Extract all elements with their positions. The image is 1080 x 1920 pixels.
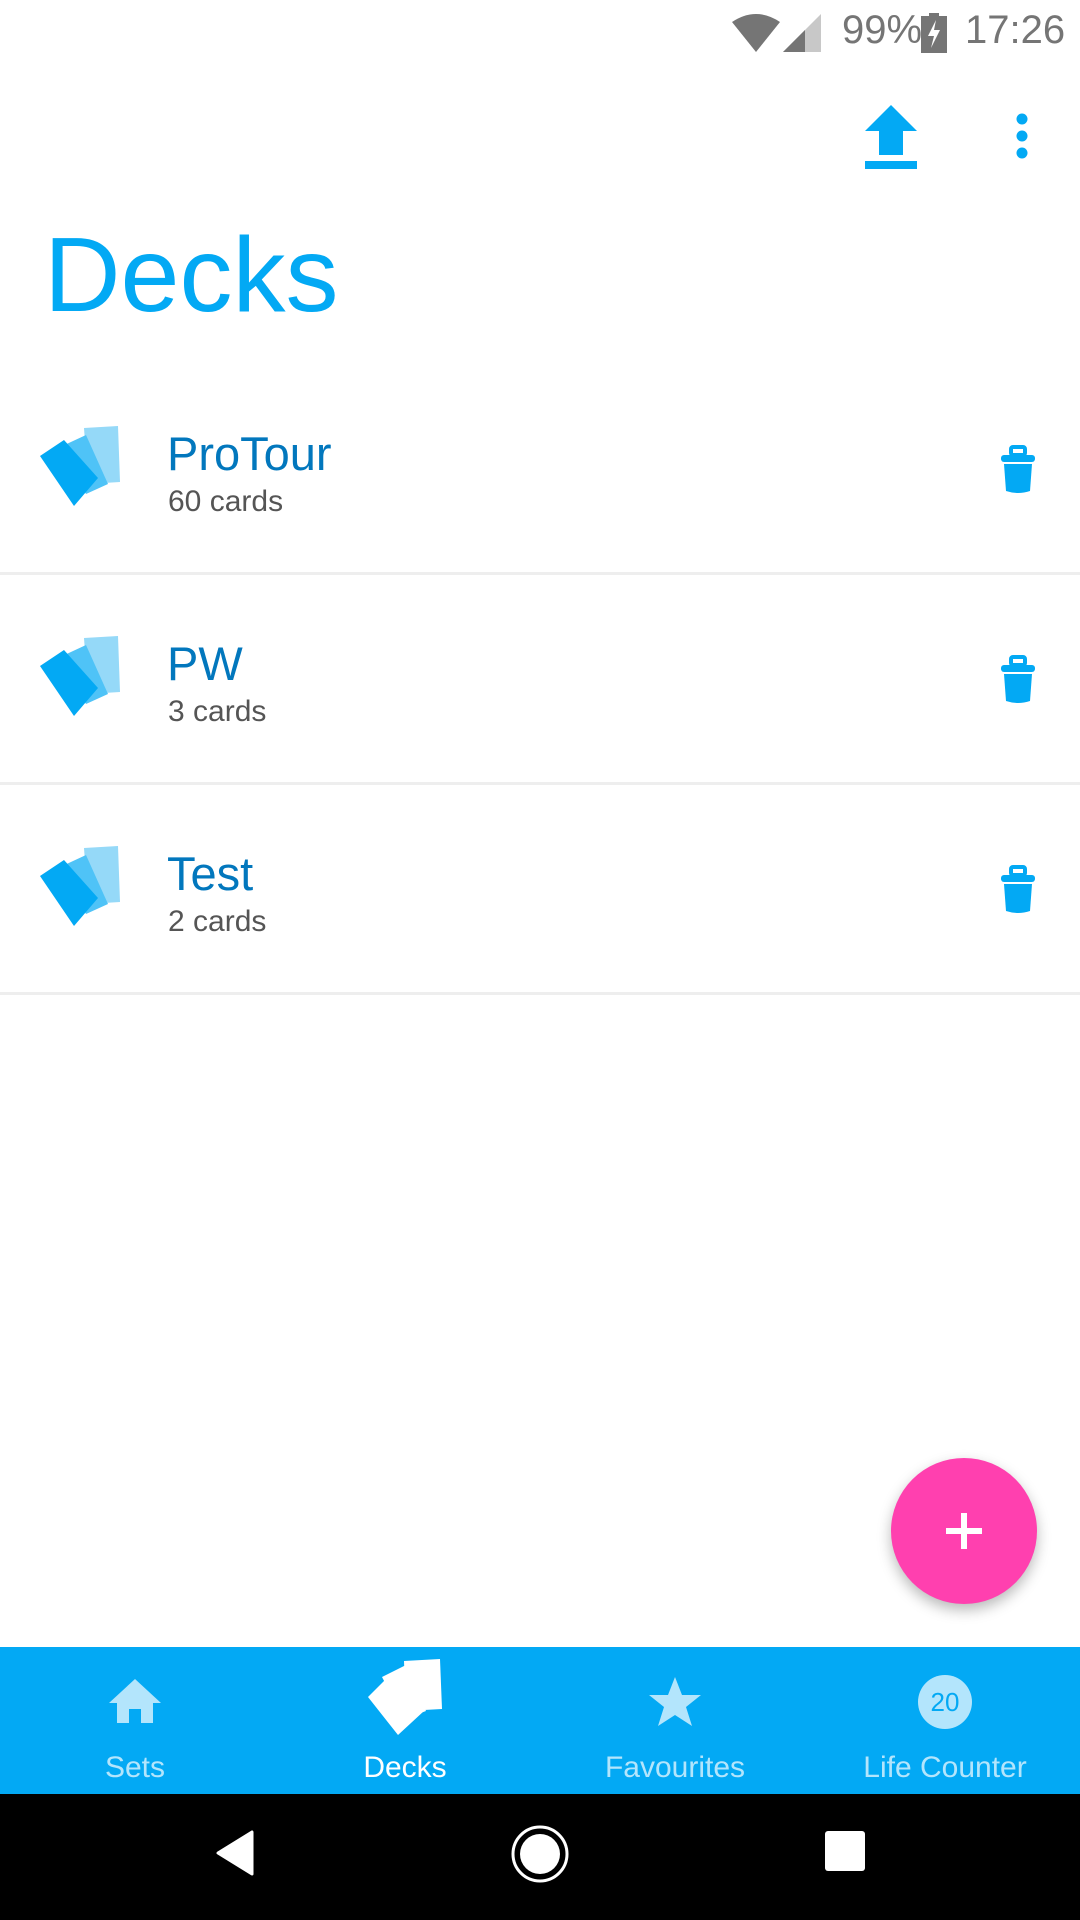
upload-icon [865, 105, 917, 169]
more-options-button[interactable] [1000, 100, 1044, 172]
deck-cards-icon [40, 846, 120, 926]
deck-list-item[interactable]: PW 3 cards [0, 575, 1080, 785]
deck-cards-icon [40, 426, 120, 506]
battery-charging-icon [921, 13, 947, 53]
recents-icon[interactable] [824, 1830, 866, 1872]
trash-icon [1001, 655, 1035, 703]
deck-cards-icon [40, 636, 120, 716]
nav-label: Decks [363, 1751, 447, 1784]
trash-icon [1001, 445, 1035, 493]
plus-icon [946, 1513, 982, 1549]
life-counter-icon: 20 [918, 1675, 972, 1729]
nav-label: Favourites [604, 1751, 746, 1784]
deck-name: PW [167, 637, 243, 690]
delete-deck-button[interactable] [995, 865, 1041, 917]
page-title: Decks [44, 216, 339, 334]
clock: 17:26 [965, 8, 1066, 52]
battery-percent: 99% [842, 8, 923, 52]
deck-card-count: 60 cards [168, 485, 284, 518]
deck-card-count: 2 cards [168, 905, 267, 938]
nav-item-favourites[interactable]: Favourites [540, 1647, 810, 1794]
back-icon[interactable] [216, 1830, 256, 1876]
deck-card-count: 3 cards [168, 695, 267, 728]
nav-item-sets[interactable]: Sets [0, 1647, 270, 1794]
cell-signal-icon [783, 14, 821, 52]
add-deck-button[interactable] [891, 1458, 1037, 1604]
star-icon [649, 1677, 701, 1726]
nav-item-life-counter[interactable]: 20 Life Counter [810, 1647, 1080, 1794]
status-bar: 99% 17:26 [0, 0, 1080, 66]
delete-deck-button[interactable] [995, 655, 1041, 707]
nav-label: Sets [104, 1751, 166, 1784]
deck-list-item[interactable]: Test 2 cards [0, 785, 1080, 995]
deck-name: Test [167, 847, 254, 900]
system-navigation-bar [0, 1794, 1080, 1920]
deck-list-item[interactable]: ProTour 60 cards [0, 365, 1080, 575]
delete-deck-button[interactable] [995, 445, 1041, 497]
home-icon [109, 1679, 161, 1723]
deck-name: ProTour [167, 427, 332, 480]
nav-label: Life Counter [863, 1751, 1027, 1784]
wifi-icon [732, 14, 780, 52]
bottom-navigation: Sets Decks Favourites 20 Life Counter [0, 1647, 1080, 1794]
nav-item-decks[interactable]: Decks [270, 1647, 540, 1794]
trash-icon [1001, 865, 1035, 913]
deck-list: ProTour 60 cards PW 3 cards Test 2 cards [0, 365, 1080, 995]
cards-icon [368, 1659, 442, 1735]
upload-button[interactable] [855, 95, 927, 175]
more-vert-icon [1016, 113, 1028, 159]
home-button-icon[interactable] [510, 1824, 570, 1884]
